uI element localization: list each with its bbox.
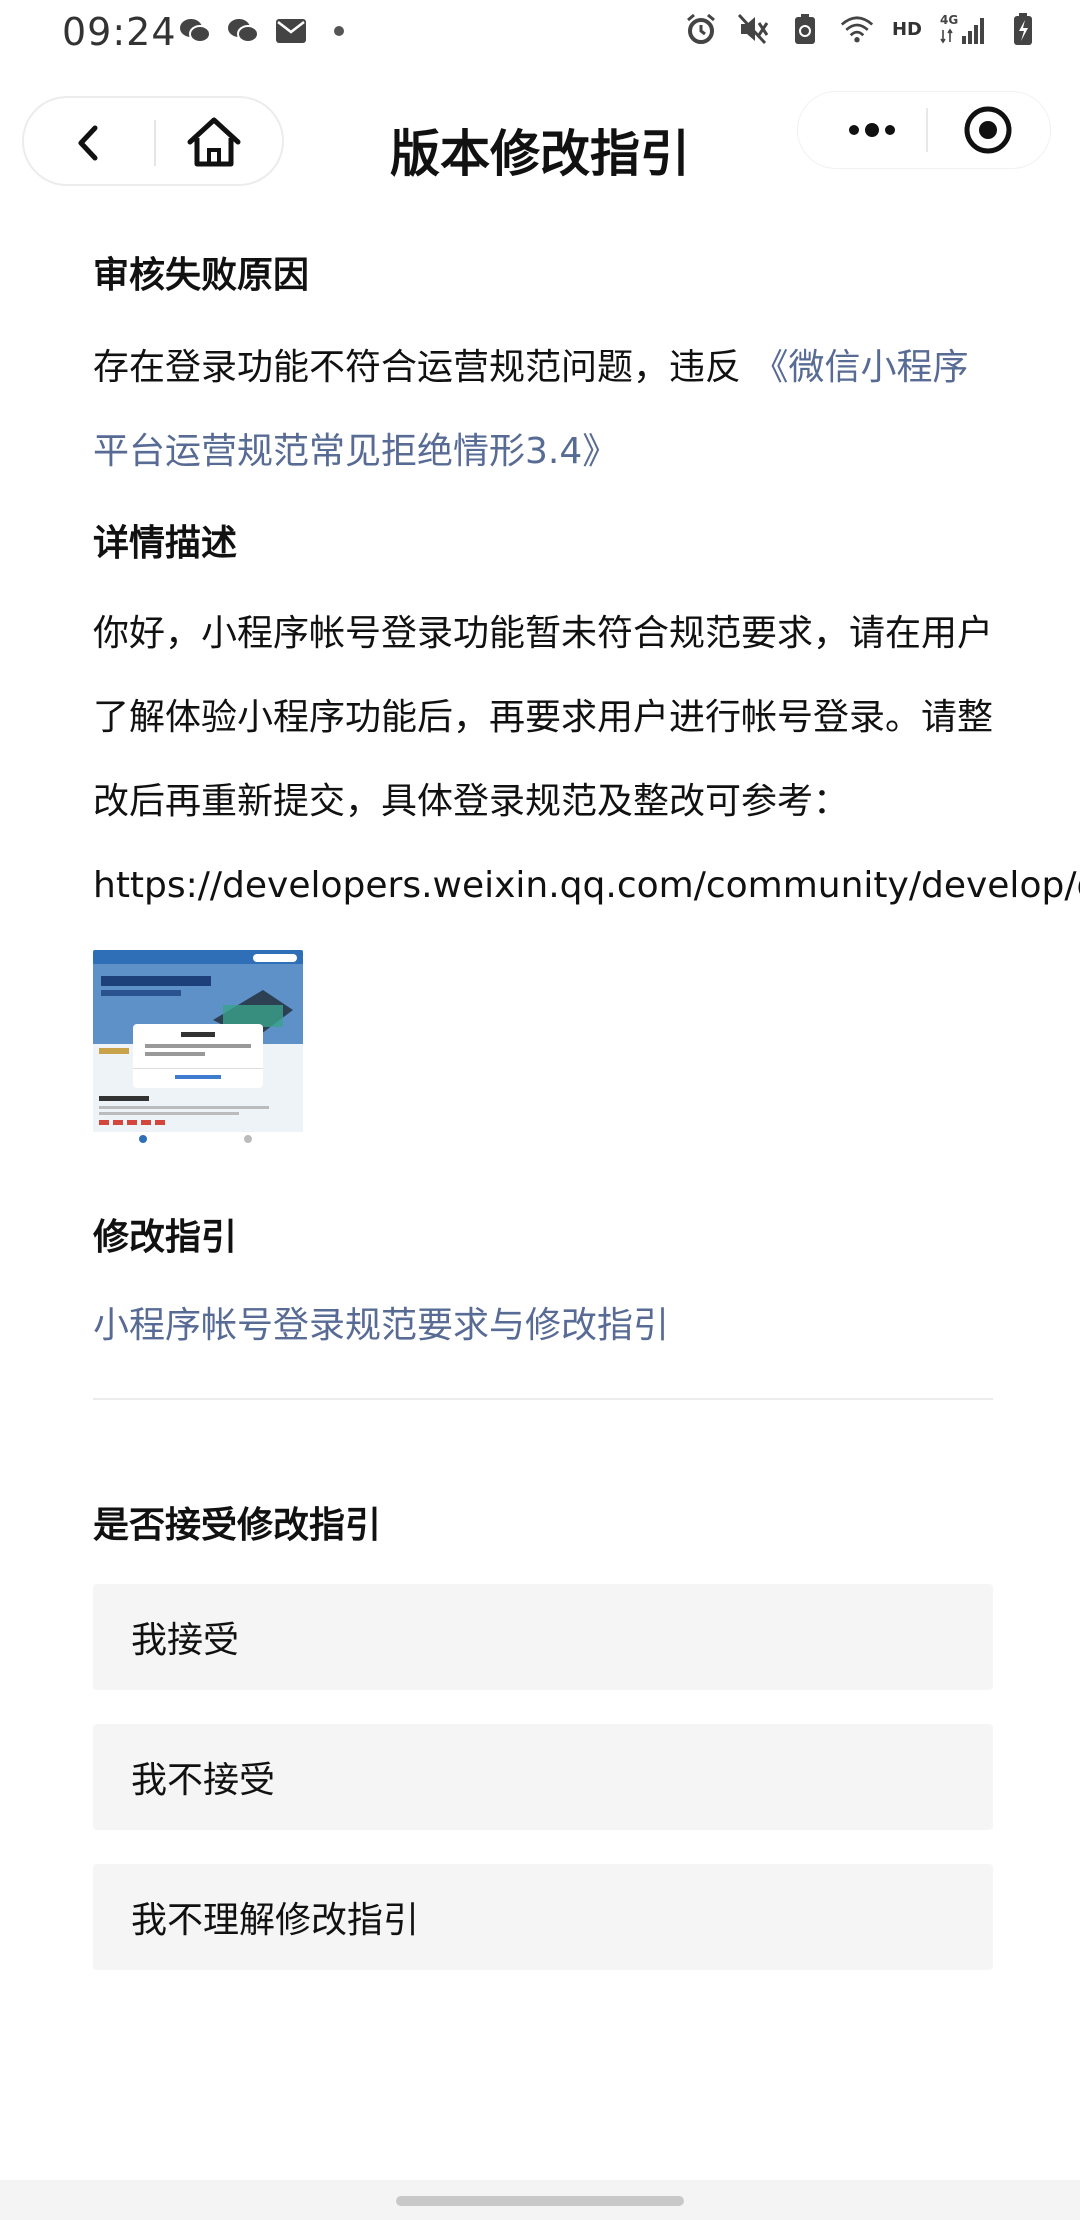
wechat-icon (178, 14, 212, 48)
system-icons: HD 4G (684, 12, 1040, 46)
battery-icon (1006, 12, 1040, 46)
alarm-icon (684, 12, 718, 46)
accept-options: 我接受 我不接受 我不理解修改指引 (93, 1584, 993, 1970)
status-time: 09:24 (62, 10, 177, 54)
reason-description: 存在登录功能不符合运营规范问题，违反 (93, 347, 742, 388)
guide-title: 修改指引 (93, 1217, 238, 1258)
capsule-divider (926, 108, 928, 152)
mute-icon (736, 12, 770, 46)
option-not-understand[interactable]: 我不理解修改指引 (93, 1864, 993, 1970)
wechat-icon (226, 14, 260, 48)
section-divider (93, 1398, 993, 1400)
reason-text: 存在登录功能不符合运营规范问题，违反 《微信小程序平台运营规范常见拒绝情形3.4… (93, 326, 993, 494)
more-dots-icon (849, 123, 895, 137)
wifi-icon (840, 12, 874, 46)
screenshot-thumbnail[interactable] (93, 950, 303, 1146)
details-title: 详情描述 (93, 523, 238, 564)
hd-icon: HD (891, 18, 922, 40)
details-url[interactable]: https://developers.weixin.qq.com/communi… (93, 844, 1080, 928)
details-text: 你好，小程序帐号登录功能暂未符合规范要求，请在用户了解体验小程序功能后，再要求用… (93, 613, 994, 822)
dot-icon (322, 14, 356, 48)
status-bar: 09:24 HD 4G (0, 0, 1080, 64)
reason-title: 审核失败原因 (93, 255, 310, 296)
guide-link[interactable]: 小程序帐号登录规范要求与修改指引 (93, 1284, 993, 1368)
accept-title: 是否接受修改指引 (93, 1505, 382, 1546)
svg-text:4G: 4G (940, 13, 958, 27)
screenshot-image (93, 950, 303, 1146)
signal-4g-icon: 4G (940, 12, 988, 46)
nav-capsule-right (798, 92, 1050, 168)
home-indicator[interactable] (396, 2196, 684, 2206)
mail-icon (274, 14, 308, 48)
more-button[interactable] (822, 106, 922, 154)
close-button[interactable] (962, 104, 1014, 156)
nav-bar: 版本修改指引 (0, 92, 1080, 192)
option-reject[interactable]: 我不接受 (93, 1724, 993, 1830)
option-accept[interactable]: 我接受 (93, 1584, 993, 1690)
target-close-icon (964, 106, 1012, 154)
main-content: 审核失败原因 存在登录功能不符合运营规范问题，违反 《微信小程序平台运营规范常见… (93, 250, 1080, 2004)
notification-icons (178, 14, 356, 48)
battery-saver-icon (788, 12, 822, 46)
